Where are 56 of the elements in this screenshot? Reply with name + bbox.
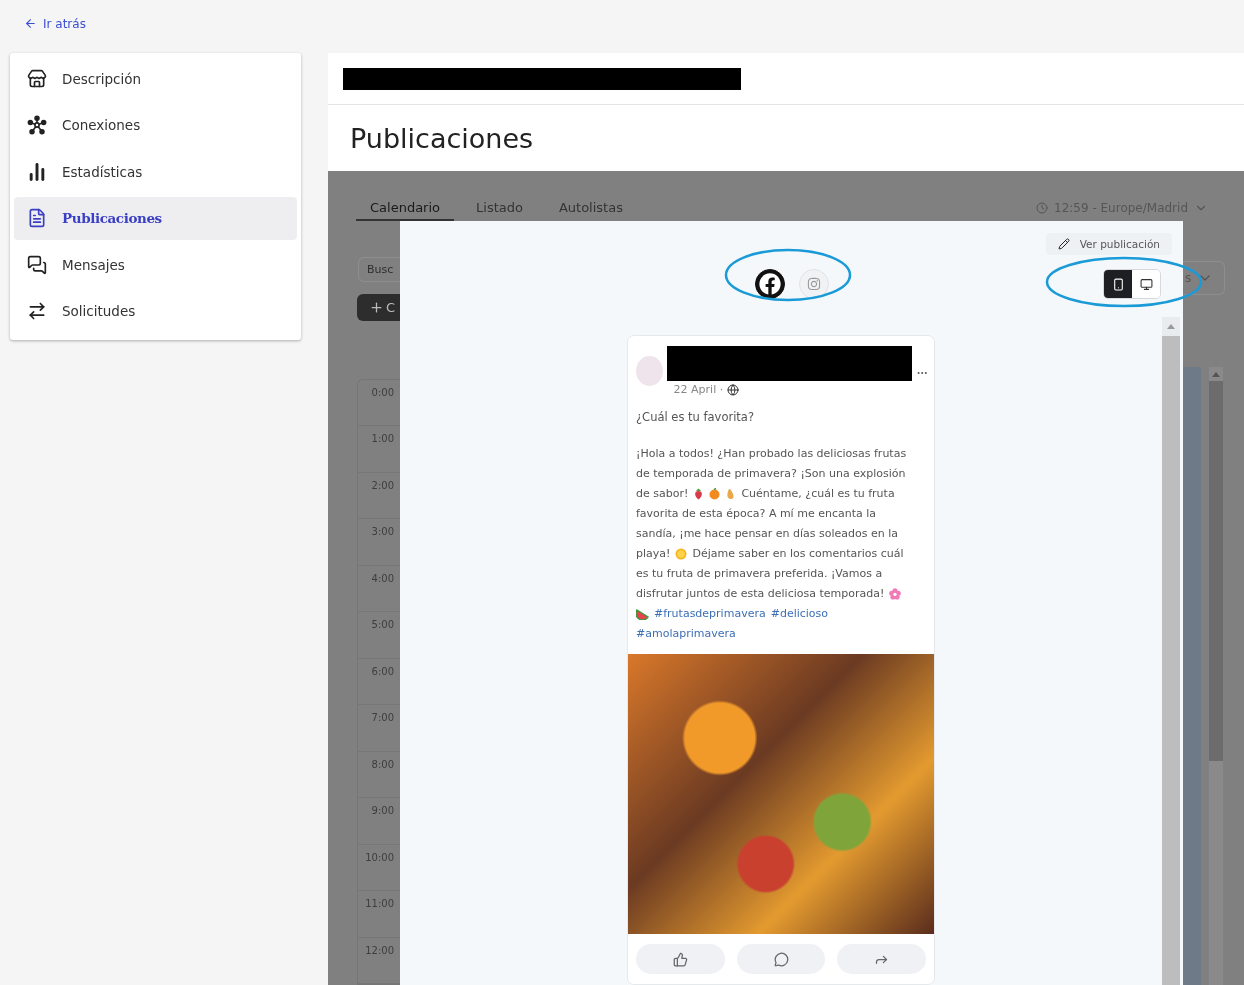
watermelon-icon	[636, 608, 649, 620]
scroll-up-icon[interactable]	[1166, 322, 1176, 330]
mobile-view-button[interactable]	[1104, 270, 1132, 298]
globe-icon	[727, 383, 740, 396]
post-text: Déjame saber en los comentarios cuál	[692, 546, 904, 562]
hashtag-link[interactable]: #amolaprimavera	[636, 624, 736, 644]
facebook-logo	[758, 273, 781, 295]
pencil-icon	[1057, 238, 1070, 250]
post-text: disfrutar juntos de esta deliciosa temporada!	[636, 586, 885, 602]
post-text: playa!	[636, 546, 671, 562]
back-link[interactable]: Ir atrás	[24, 16, 86, 31]
tangerine-icon	[709, 488, 721, 500]
post-text: es tu fruta de primavera preferida. ¡Vamos a	[636, 566, 883, 582]
post-text: ¡Hola a todos! ¿Han probado las deliciosas frutas	[636, 446, 907, 462]
post-text: favorita de esta época? A mí me encanta la	[636, 506, 876, 522]
post-text: Cuéntame, ¿cuál es tu fruta	[741, 486, 895, 502]
store-icon	[26, 67, 48, 90]
avatar	[636, 356, 663, 386]
instagram-logo	[806, 277, 821, 291]
page-title: Publicaciones	[350, 122, 534, 154]
clock-icon	[1036, 202, 1048, 214]
plus-icon	[369, 299, 384, 315]
desktop-view-button[interactable]	[1132, 270, 1160, 298]
hashtag-link[interactable]: #delicioso	[770, 604, 829, 624]
scrollbar[interactable]	[1162, 317, 1180, 985]
instagram-button[interactable]	[798, 269, 829, 299]
hub-icon	[26, 114, 48, 136]
sun-icon	[675, 548, 688, 560]
speech-bubble-icon	[773, 951, 789, 967]
scrollbar[interactable]	[1209, 367, 1223, 985]
hashtag-link[interactable]: #frutasdeprimavera	[654, 604, 766, 624]
create-button[interactable]: C	[357, 294, 400, 321]
scroll-up-icon[interactable]	[1212, 371, 1220, 377]
post-date: 22 April ·	[673, 383, 724, 396]
post-text: de temporada de primavera? ¡Son una explosión	[636, 466, 906, 482]
sidebar-item[interactable]: Estadísticas	[14, 150, 297, 193]
sidebar-item[interactable]: Descripción	[14, 57, 297, 100]
monitor-icon	[1139, 277, 1153, 291]
search-field[interactable]: Busc	[358, 257, 400, 283]
phone-icon	[1111, 277, 1125, 291]
sidebar-item[interactable]: Conexiones	[14, 103, 297, 147]
thumbs-up-icon	[672, 951, 688, 967]
chat-icon	[26, 253, 48, 276]
post-title: ¿Cuál es tu favorita?	[635, 409, 755, 424]
facebook-button[interactable]	[754, 269, 785, 299]
flower-icon	[889, 588, 902, 600]
strawberry-icon	[693, 488, 705, 500]
comment-button[interactable]	[736, 944, 826, 974]
view-post-button[interactable]: Ver publicación	[1045, 233, 1172, 255]
like-button[interactable]	[636, 944, 725, 974]
sidebar-item[interactable]: Publicaciones	[14, 196, 297, 240]
arrow-left-icon	[24, 17, 37, 30]
sidebar-item[interactable]: Solicitudes	[14, 289, 297, 333]
sidebar-item[interactable]: Mensajes	[14, 243, 297, 286]
post-text: sandía, ¡me hace pensar en días soleados en la	[636, 526, 899, 542]
post-text: de sabor!	[636, 486, 689, 502]
